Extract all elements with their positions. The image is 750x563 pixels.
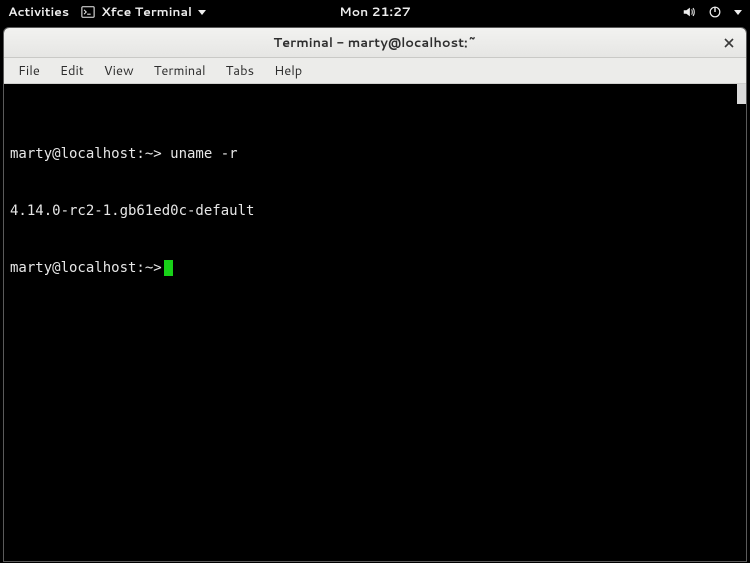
menu-terminal[interactable]: Terminal [146, 60, 214, 82]
terminal-app-icon [81, 5, 95, 19]
menu-bar: File Edit View Terminal Tabs Help [4, 58, 746, 84]
chevron-down-icon [198, 10, 206, 15]
menu-file[interactable]: File [10, 60, 48, 82]
terminal-cursor [164, 260, 173, 276]
activities-button[interactable]: Activities [8, 3, 69, 21]
clock[interactable]: Mon 21:27 [339, 3, 411, 21]
power-icon[interactable] [708, 5, 722, 19]
shell-prompt: marty@localhost:~> [10, 260, 162, 276]
volume-icon[interactable] [682, 5, 696, 19]
terminal-scrollbar[interactable] [737, 84, 746, 104]
activities-label: Activities [8, 3, 69, 21]
menu-view[interactable]: View [96, 60, 142, 82]
window-titlebar[interactable]: Terminal - marty@localhost:~ [4, 28, 746, 58]
clock-label: Mon 21:27 [339, 3, 411, 21]
menu-help[interactable]: Help [266, 60, 310, 82]
terminal-line: marty@localhost:~> [10, 259, 740, 278]
terminal-line: 4.14.0-rc2-1.gb61ed0c-default [10, 202, 740, 221]
terminal-line: marty@localhost:~> uname -r [10, 145, 740, 164]
shell-prompt: marty@localhost:~> [10, 146, 162, 162]
close-icon [723, 33, 735, 54]
system-menu-chevron-icon[interactable] [734, 10, 742, 15]
shell-output: 4.14.0-rc2-1.gb61ed0c-default [10, 203, 254, 219]
window-title: Terminal - marty@localhost:~ [273, 34, 476, 52]
window-close-button[interactable] [720, 34, 738, 52]
terminal-viewport[interactable]: marty@localhost:~> uname -r 4.14.0-rc2-1… [4, 84, 746, 561]
terminal-window: Terminal - marty@localhost:~ File Edit V… [3, 27, 747, 562]
shell-command: uname -r [162, 146, 238, 162]
menu-tabs[interactable]: Tabs [218, 60, 262, 82]
menu-edit[interactable]: Edit [52, 60, 92, 82]
current-app-menu[interactable]: Xfce Terminal [81, 3, 206, 21]
current-app-label: Xfce Terminal [101, 3, 192, 21]
desktop-top-bar: Activities Xfce Terminal Mon 21:27 [0, 0, 750, 24]
